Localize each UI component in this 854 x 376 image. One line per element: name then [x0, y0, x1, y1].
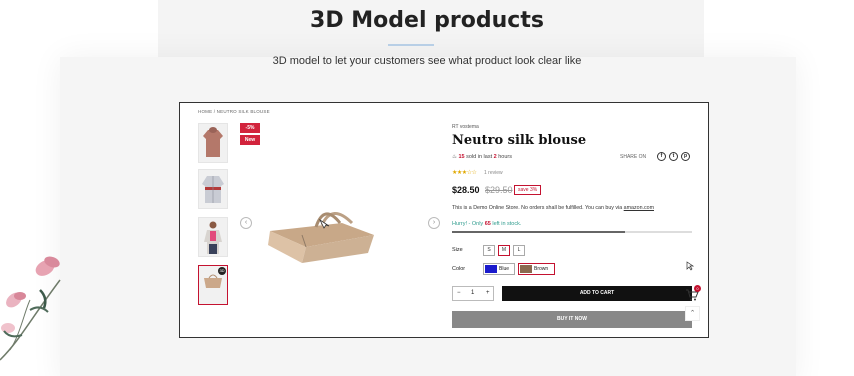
new-badge: New — [240, 135, 260, 145]
cart-icon[interactable]: 0 — [685, 285, 701, 302]
breadcrumb-home[interactable]: HOME — [198, 109, 212, 114]
amazon-link[interactable]: amazon.com — [624, 205, 654, 211]
hoodie-image — [203, 127, 223, 157]
gallery-next-arrow-icon[interactable]: › — [428, 217, 440, 229]
review-count-link[interactable]: 1 review — [484, 170, 503, 176]
qty-decrement-button[interactable]: − — [457, 290, 461, 296]
breadcrumb: HOME / NEUTRO SILK BLOUSE — [198, 109, 270, 114]
stock-progress-bar — [452, 231, 692, 233]
quantity-stepper[interactable]: − 1 + — [452, 286, 494, 301]
size-option-s[interactable]: S — [483, 245, 495, 256]
size-option-l[interactable]: L — [513, 245, 525, 256]
save-badge: save 3% — [514, 185, 542, 195]
thumbnail-tote-bag[interactable]: 3D — [198, 265, 228, 305]
product-preview-window: HOME / NEUTRO SILK BLOUSE 3D -5% New ‹ ›… — [179, 102, 709, 338]
color-label: Color — [452, 266, 466, 272]
jacket-image — [202, 176, 224, 203]
back-to-top-icon[interactable]: ⌃ — [685, 306, 700, 321]
title-underline — [388, 44, 434, 46]
sold-counter: ♨ 15 sold in last 2 hours — [452, 154, 513, 160]
pinterest-icon[interactable]: p — [681, 152, 690, 161]
product-vendor[interactable]: RT vostema — [452, 124, 479, 130]
thumbnail-model[interactable] — [198, 217, 228, 257]
3d-tote-bag-model[interactable] — [262, 201, 382, 269]
cart-count-badge: 0 — [694, 285, 701, 292]
size-option-m[interactable]: M — [498, 245, 510, 256]
rating-stars: ★★★☆☆ — [452, 170, 477, 176]
thumbnail-hoodie[interactable] — [198, 123, 228, 163]
facebook-icon[interactable]: f — [657, 152, 666, 161]
discount-badge: -5% — [240, 123, 260, 133]
gallery-prev-arrow-icon[interactable]: ‹ — [240, 217, 252, 229]
brown-swatch — [520, 265, 532, 273]
product-title: Neutro silk blouse — [452, 133, 587, 148]
stock-progress-fill — [452, 231, 625, 233]
buy-now-button[interactable]: BUY IT NOW — [452, 311, 692, 328]
flower-decoration — [0, 256, 61, 361]
current-price: $28.50 — [452, 185, 480, 195]
thumbnail-jacket[interactable] — [198, 169, 228, 209]
section-title: 3D Model products — [310, 8, 544, 33]
3d-view-icon[interactable]: 3D — [218, 267, 226, 275]
mouse-cursor-icon — [686, 261, 694, 271]
section-subtitle: 3D model to let your customers see what … — [272, 55, 582, 67]
qty-value[interactable]: 1 — [471, 290, 474, 296]
blue-swatch — [485, 265, 497, 273]
model-image — [204, 221, 222, 254]
breadcrumb-current: NEUTRO SILK BLOUSE — [216, 109, 270, 114]
size-label: Size — [452, 247, 463, 253]
stock-notice: Hurry! - Only 65 left in stock. — [452, 221, 522, 227]
fire-icon: ♨ — [452, 154, 457, 160]
twitter-icon[interactable]: t — [669, 152, 678, 161]
share-label: SHARE ON — [620, 154, 647, 160]
color-option-brown[interactable]: Brown — [518, 263, 555, 275]
qty-increment-button[interactable]: + — [486, 290, 490, 296]
add-to-cart-button[interactable]: ADD TO CART — [502, 286, 692, 301]
color-option-blue[interactable]: Blue — [483, 263, 515, 275]
compare-price: $29.50 — [485, 185, 513, 195]
demo-notice: This is a Demo Online Store. No orders s… — [452, 205, 654, 211]
